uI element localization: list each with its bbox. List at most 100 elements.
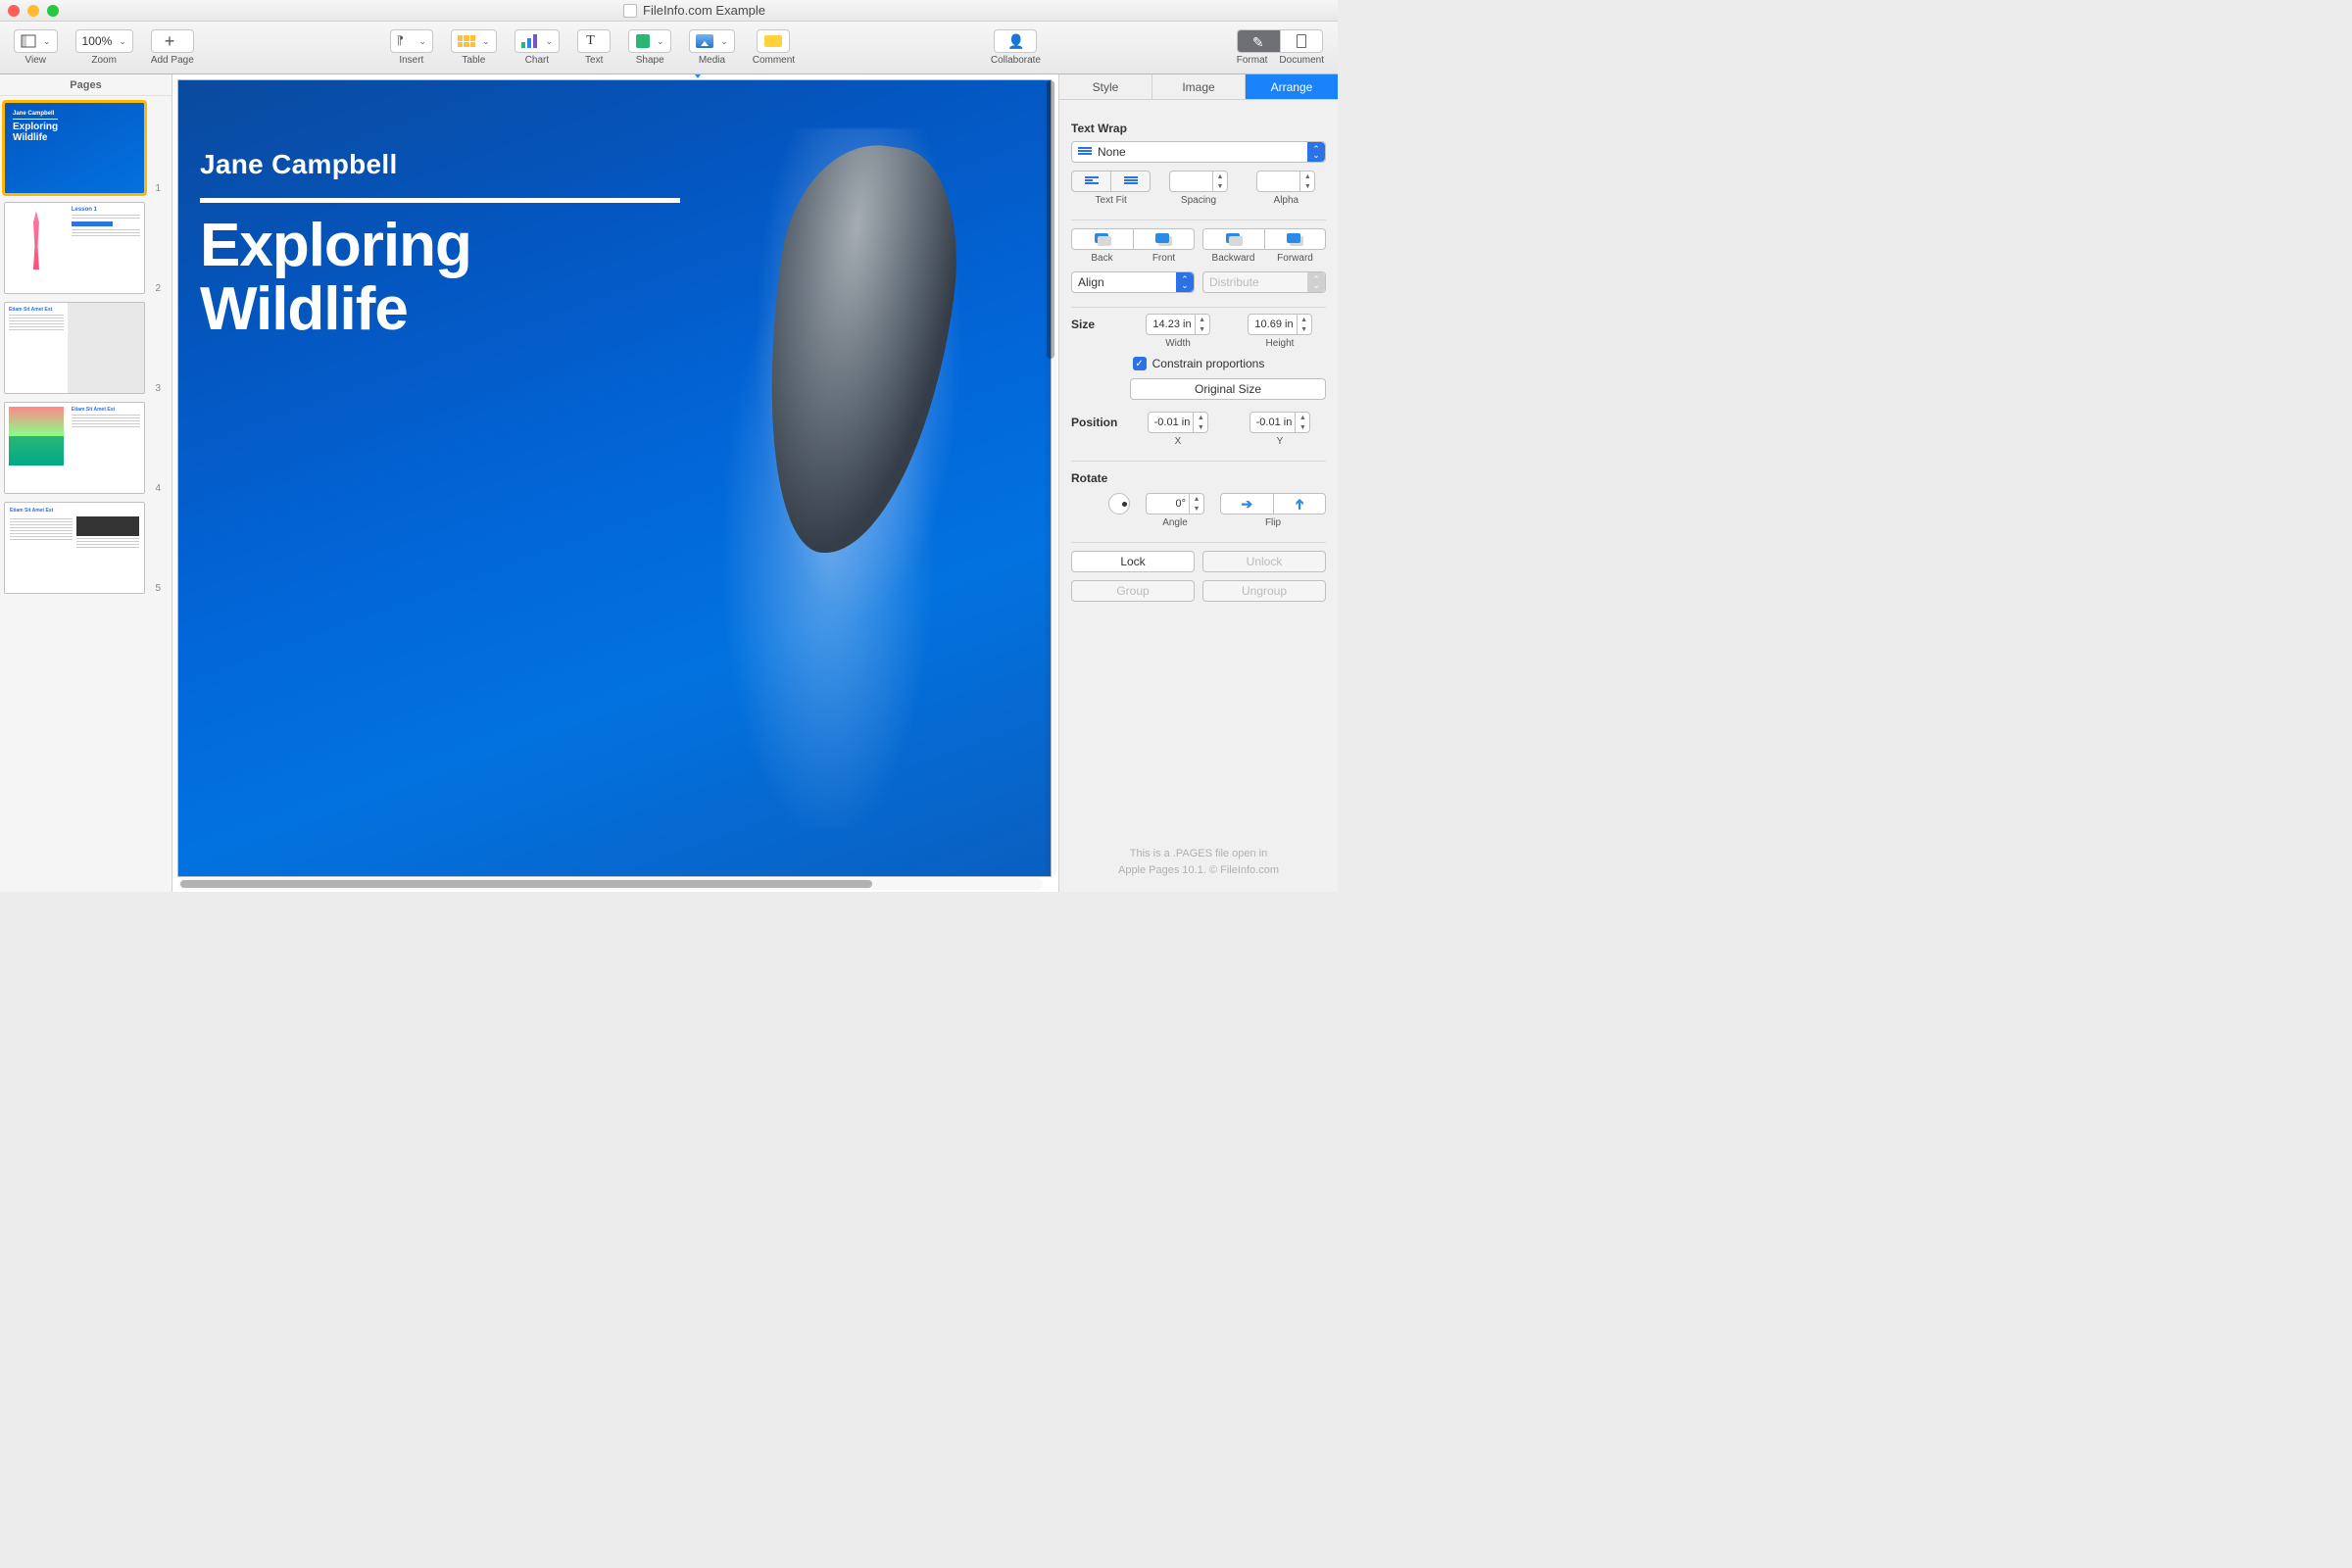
flip-horizontal-button[interactable]: ➔	[1220, 493, 1274, 514]
flip-h-icon: ➔	[1241, 496, 1252, 513]
format-pane-button[interactable]	[1237, 29, 1280, 53]
view-label: View	[25, 55, 47, 66]
pages-sidebar: Pages Jane CampbellExploringWildlife 1 L…	[0, 74, 172, 892]
size-label: Size	[1071, 314, 1122, 331]
ungroup-button[interactable]: Ungroup	[1202, 580, 1326, 602]
cover-image-subject	[742, 133, 974, 565]
page-number: 4	[149, 483, 161, 494]
text-fit-rect-button[interactable]	[1111, 171, 1151, 192]
toolbar-panes-group: Format Document	[1237, 29, 1324, 66]
window-title: FileInfo.com Example	[59, 3, 1330, 18]
document-icon	[623, 4, 637, 18]
page-canvas[interactable]: Jane Campbell ExploringWildlife	[178, 80, 1051, 876]
text-icon	[586, 33, 602, 49]
page-thumbnail-1[interactable]: Jane CampbellExploringWildlife 1	[4, 102, 168, 194]
zoom-value: 100%	[82, 34, 113, 48]
distribute-popup[interactable]: Distribute	[1202, 271, 1326, 293]
inspector-tab-arrange[interactable]: Arrange	[1246, 74, 1338, 99]
original-size-button[interactable]: Original Size	[1130, 378, 1326, 400]
plus-icon	[165, 33, 180, 49]
back-icon	[1095, 233, 1110, 245]
group-button[interactable]: Group	[1071, 580, 1195, 602]
add-page-button[interactable]	[151, 29, 194, 53]
spacing-label: Spacing	[1181, 195, 1216, 206]
fullscreen-window-button[interactable]	[47, 5, 59, 17]
move-to-front-button[interactable]	[1134, 228, 1196, 250]
page-number: 1	[149, 183, 161, 194]
inspector-tab-style[interactable]: Style	[1059, 74, 1152, 99]
table-label: Table	[462, 55, 485, 66]
toolbar: View 100% Zoom Add Page Insert Table Cha…	[0, 22, 1338, 74]
chart-menu-button[interactable]	[514, 29, 561, 53]
position-y-stepper[interactable]: -0.01 in▲▼	[1250, 412, 1311, 433]
alpha-label: Alpha	[1274, 195, 1299, 206]
table-menu-button[interactable]	[451, 29, 497, 53]
text-fit-tight-button[interactable]	[1071, 171, 1111, 192]
zoom-label: Zoom	[91, 55, 117, 66]
height-stepper[interactable]: 10.69 in▲▼	[1248, 314, 1311, 335]
vertical-scrollbar[interactable]	[1045, 80, 1056, 876]
alpha-stepper[interactable]: ▲▼	[1256, 171, 1315, 192]
shape-icon	[636, 34, 650, 48]
page-thumbnail-2[interactable]: Lesson 1 2	[4, 202, 168, 294]
collaborate-button[interactable]	[994, 29, 1037, 53]
backward-icon	[1226, 233, 1242, 245]
page-number: 3	[149, 383, 161, 394]
angle-indicator[interactable]	[1108, 493, 1130, 514]
comment-label: Comment	[753, 55, 795, 66]
text-wrap-popup[interactable]: None	[1071, 141, 1326, 163]
move-to-back-button[interactable]	[1071, 228, 1134, 250]
inspector-tab-image[interactable]: Image	[1152, 74, 1246, 99]
brush-icon	[1252, 34, 1266, 48]
front-icon	[1155, 233, 1171, 245]
ruler-marker[interactable]	[692, 74, 704, 78]
position-x-stepper[interactable]: -0.01 in▲▼	[1148, 412, 1209, 433]
format-label: Format	[1237, 55, 1268, 66]
shape-menu-button[interactable]	[628, 29, 671, 53]
collaborate-label: Collaborate	[991, 55, 1041, 66]
canvas-area[interactable]: Jane Campbell ExploringWildlife	[172, 74, 1058, 892]
comment-icon	[764, 35, 782, 47]
angle-stepper[interactable]: 0°▲▼	[1146, 493, 1204, 514]
forward-icon	[1287, 233, 1302, 245]
window-title-text: FileInfo.com Example	[643, 3, 765, 18]
window-titlebar: FileInfo.com Example	[0, 0, 1338, 22]
text-wrap-value: None	[1098, 145, 1126, 159]
width-stepper[interactable]: 14.23 in▲▼	[1146, 314, 1209, 335]
page-number: 5	[149, 583, 161, 594]
text-wrap-label: Text Wrap	[1071, 122, 1326, 135]
unlock-button[interactable]: Unlock	[1202, 551, 1326, 572]
media-menu-button[interactable]	[689, 29, 735, 53]
move-backward-button[interactable]	[1202, 228, 1265, 250]
insert-label: Insert	[399, 55, 423, 66]
constrain-proportions-checkbox[interactable]: ✓	[1133, 357, 1147, 370]
horizontal-scrollbar[interactable]	[178, 878, 1043, 890]
page-thumbnail-4[interactable]: Etiam Sit Amet Est 4	[4, 402, 168, 494]
spacing-stepper[interactable]: ▲▼	[1169, 171, 1228, 192]
align-popup[interactable]: Align	[1071, 271, 1195, 293]
move-forward-button[interactable]	[1265, 228, 1327, 250]
document-pane-button[interactable]	[1280, 29, 1323, 53]
page-number: 2	[149, 283, 161, 294]
page-thumbnail-5[interactable]: Etiam Sit Amet Est 5	[4, 502, 168, 594]
text-fit-label: Text Fit	[1096, 195, 1127, 206]
lock-button[interactable]: Lock	[1071, 551, 1195, 572]
text-button[interactable]	[577, 29, 611, 53]
cover-author[interactable]: Jane Campbell	[200, 149, 398, 180]
text-label: Text	[585, 55, 603, 66]
inspector-panel: Style Image Arrange Text Wrap None Text …	[1058, 74, 1338, 892]
insert-menu-button[interactable]	[390, 29, 434, 53]
page-thumbnail-3[interactable]: Etiam Sit Amet Est 3	[4, 302, 168, 394]
flip-vertical-button[interactable]: ➔	[1274, 493, 1327, 514]
zoom-menu-button[interactable]: 100%	[75, 29, 133, 53]
rotate-label: Rotate	[1071, 471, 1326, 485]
paragraph-icon	[397, 33, 413, 49]
cover-divider	[200, 198, 680, 203]
collaborate-icon	[1007, 33, 1023, 49]
close-window-button[interactable]	[8, 5, 20, 17]
chart-label: Chart	[525, 55, 549, 66]
minimize-window-button[interactable]	[27, 5, 39, 17]
cover-title[interactable]: ExploringWildlife	[200, 214, 471, 341]
view-menu-button[interactable]	[14, 29, 58, 53]
comment-button[interactable]	[757, 29, 790, 53]
